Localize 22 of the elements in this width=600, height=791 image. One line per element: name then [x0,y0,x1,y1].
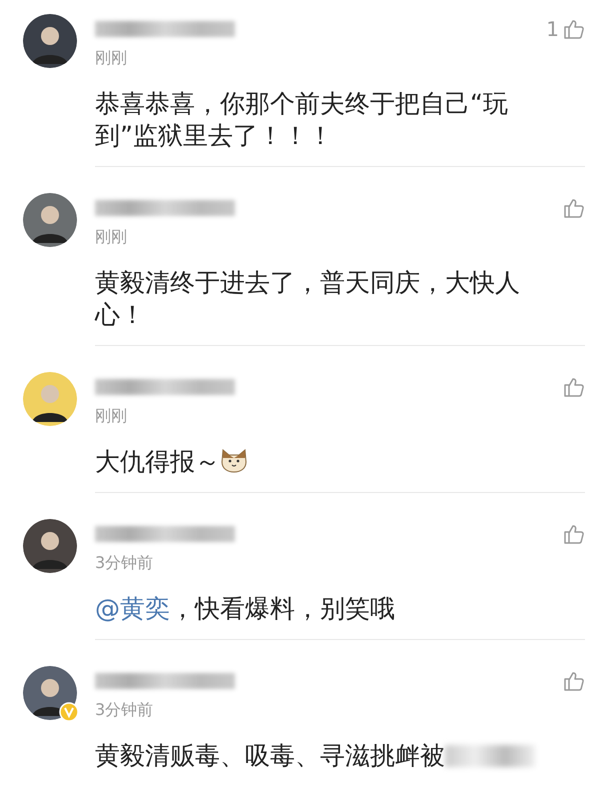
comment-text: 黄毅清终于进去了，普天同庆，大快人心！ [95,267,521,331]
comment-text: 恭喜恭喜，你那个前夫终于把自己“玩到”监狱里去了！！！ [95,88,509,152]
like-icon[interactable] [563,18,585,40]
like-count: 1 [546,17,559,41]
like-icon[interactable] [563,197,585,219]
like-icon[interactable] [563,523,585,545]
like-icon[interactable] [563,376,585,398]
comment-time: 刚刚 [95,48,128,69]
avatar[interactable] [23,14,77,68]
comment-text: 黄毅清贩毒、吸毒、寻滋挑衅被 [95,740,535,786]
avatar[interactable] [23,519,77,573]
mention-link[interactable]: @黄奕 [95,594,170,623]
avatar[interactable] [23,193,77,247]
avatar[interactable] [23,372,77,426]
comment-text: @黄奕，快看爆料，别笑哦 [95,593,396,625]
avatar[interactable] [23,666,77,720]
comment-time: 3分钟前 [95,700,154,721]
comment-time: 刚刚 [95,227,128,248]
comment-time: 刚刚 [95,406,128,427]
like-icon[interactable] [563,670,585,692]
comment-time: 3分钟前 [95,553,154,574]
comment-text: 大仇得报～ [95,446,535,492]
